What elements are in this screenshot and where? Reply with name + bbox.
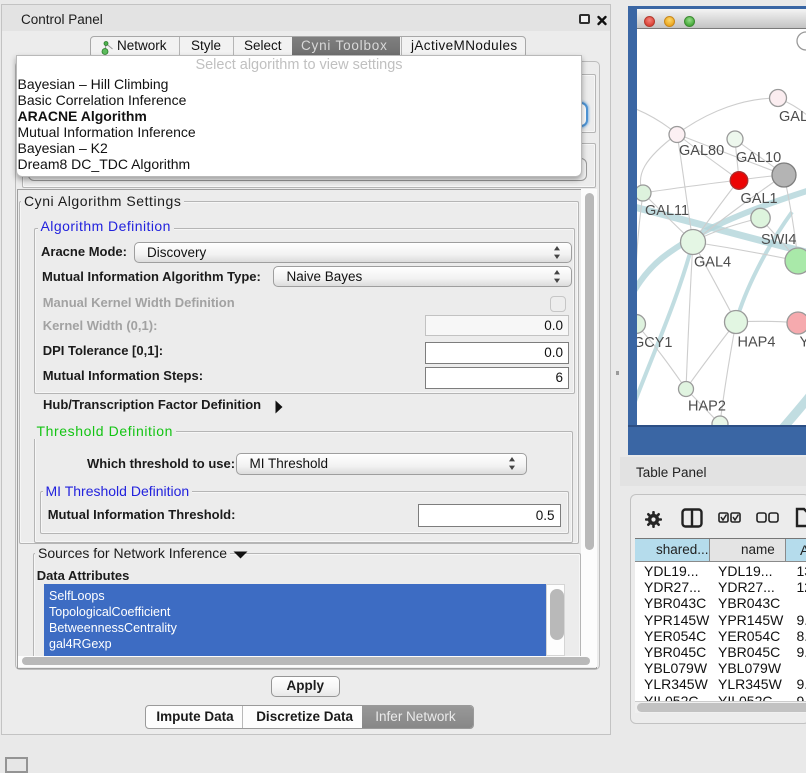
svg-text:SWI4: SWI4 (761, 232, 796, 248)
svg-text:GAL1: GAL1 (741, 191, 778, 207)
svg-text:GAL10: GAL10 (736, 150, 781, 166)
svg-text:GAL7: GAL7 (779, 109, 806, 125)
svg-text:HAP2: HAP2 (688, 399, 726, 415)
svg-text:GAL4: GAL4 (694, 255, 731, 271)
svg-text:GAL11: GAL11 (645, 203, 689, 219)
svg-text:Y: Y (800, 335, 806, 351)
svg-text:GAL80: GAL80 (679, 143, 724, 159)
svg-text:HAP4: HAP4 (738, 335, 776, 351)
svg-text:GCY1: GCY1 (637, 335, 673, 351)
